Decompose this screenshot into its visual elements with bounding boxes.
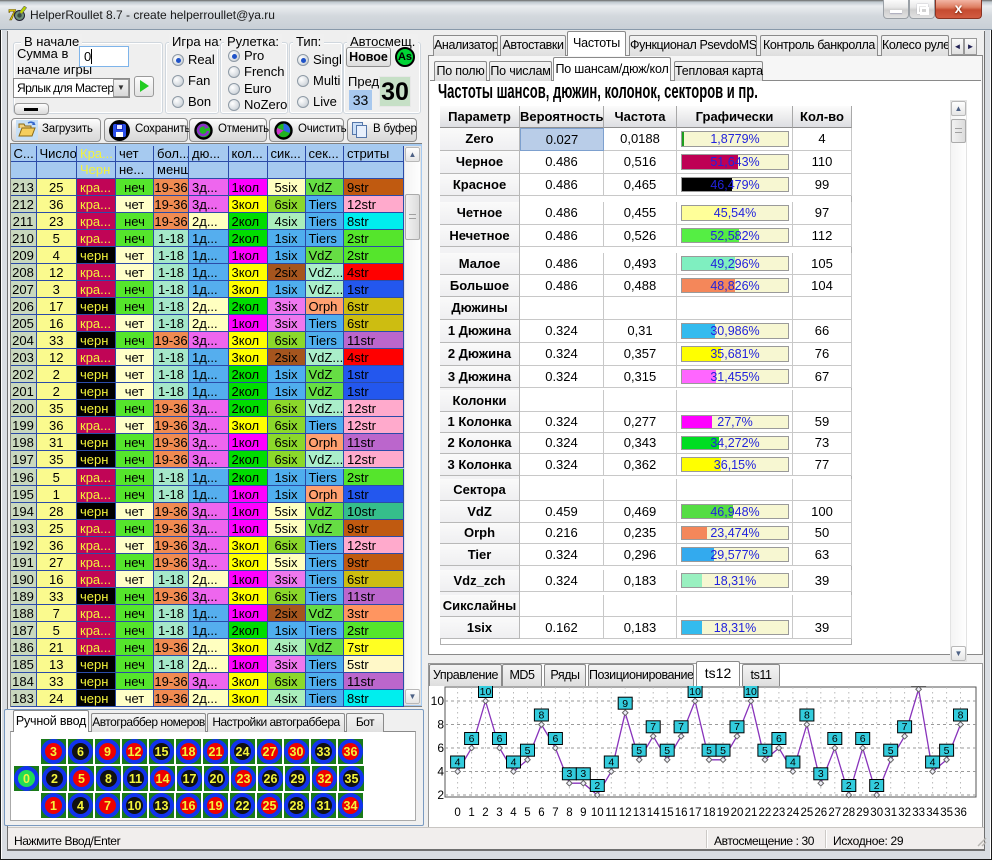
- svg-text:26: 26: [814, 807, 827, 819]
- svg-text:17: 17: [689, 807, 702, 819]
- svg-text:9: 9: [580, 807, 586, 819]
- svg-text:8: 8: [437, 718, 444, 732]
- svg-text:25: 25: [801, 807, 814, 819]
- svg-text:10: 10: [431, 694, 445, 708]
- svg-text:10: 10: [745, 686, 757, 698]
- svg-text:12: 12: [619, 807, 632, 819]
- svg-text:10: 10: [480, 686, 492, 698]
- svg-text:4: 4: [511, 757, 517, 769]
- svg-text:6: 6: [860, 733, 866, 745]
- svg-text:34: 34: [926, 807, 939, 819]
- svg-text:1: 1: [468, 807, 474, 819]
- svg-text:6: 6: [538, 807, 544, 819]
- svg-text:13: 13: [633, 807, 646, 819]
- svg-text:6: 6: [776, 733, 782, 745]
- svg-text:29: 29: [856, 807, 869, 819]
- svg-text:7: 7: [902, 721, 908, 733]
- svg-text:2: 2: [874, 780, 880, 792]
- svg-text:7: 7: [552, 807, 558, 819]
- svg-text:15: 15: [661, 807, 674, 819]
- svg-text:7: 7: [678, 721, 684, 733]
- svg-text:10: 10: [591, 807, 604, 819]
- svg-text:2: 2: [846, 780, 852, 792]
- svg-text:19: 19: [717, 807, 730, 819]
- svg-text:4: 4: [790, 757, 796, 769]
- svg-text:14: 14: [647, 807, 660, 819]
- svg-text:3: 3: [566, 768, 572, 780]
- svg-text:5: 5: [664, 745, 670, 757]
- svg-text:3: 3: [818, 768, 824, 780]
- svg-text:30: 30: [870, 807, 883, 819]
- svg-text:4: 4: [930, 757, 936, 769]
- svg-text:20: 20: [731, 807, 744, 819]
- svg-text:10: 10: [689, 686, 701, 698]
- svg-text:3: 3: [496, 807, 502, 819]
- svg-text:4: 4: [608, 757, 614, 769]
- svg-text:22: 22: [759, 807, 772, 819]
- svg-text:8: 8: [958, 710, 964, 722]
- svg-text:6: 6: [832, 733, 838, 745]
- svg-text:4: 4: [510, 807, 517, 819]
- svg-text:36: 36: [954, 807, 967, 819]
- svg-text:2: 2: [594, 780, 600, 792]
- svg-text:11: 11: [605, 807, 617, 819]
- svg-text:5: 5: [944, 745, 950, 757]
- svg-text:3: 3: [580, 768, 586, 780]
- svg-text:6: 6: [552, 733, 558, 745]
- svg-text:32: 32: [898, 807, 911, 819]
- svg-text:23: 23: [773, 807, 786, 819]
- svg-text:28: 28: [842, 807, 855, 819]
- svg-text:31: 31: [884, 807, 897, 819]
- svg-text:5: 5: [525, 745, 531, 757]
- svg-text:4: 4: [455, 757, 461, 769]
- svg-text:9: 9: [622, 698, 628, 710]
- svg-text:5: 5: [706, 745, 712, 757]
- svg-text:5: 5: [762, 745, 768, 757]
- svg-text:27: 27: [828, 807, 841, 819]
- svg-text:7: 7: [650, 721, 656, 733]
- svg-text:6: 6: [497, 733, 503, 745]
- svg-text:6: 6: [469, 733, 475, 745]
- svg-text:35: 35: [940, 807, 953, 819]
- svg-text:6: 6: [437, 741, 444, 755]
- svg-text:2: 2: [437, 788, 444, 802]
- svg-text:16: 16: [675, 807, 688, 819]
- svg-text:24: 24: [787, 807, 800, 819]
- svg-text:5: 5: [524, 807, 530, 819]
- svg-text:5: 5: [720, 745, 726, 757]
- svg-text:8: 8: [538, 710, 544, 722]
- svg-text:8: 8: [804, 710, 810, 722]
- svg-text:33: 33: [912, 807, 925, 819]
- svg-text:21: 21: [745, 807, 758, 819]
- svg-text:8: 8: [566, 807, 572, 819]
- svg-text:5: 5: [636, 745, 642, 757]
- svg-text:2: 2: [482, 807, 488, 819]
- svg-text:4: 4: [437, 765, 444, 779]
- svg-text:5: 5: [888, 745, 894, 757]
- svg-text:0: 0: [454, 807, 460, 819]
- svg-text:18: 18: [703, 807, 716, 819]
- svg-text:7: 7: [734, 721, 740, 733]
